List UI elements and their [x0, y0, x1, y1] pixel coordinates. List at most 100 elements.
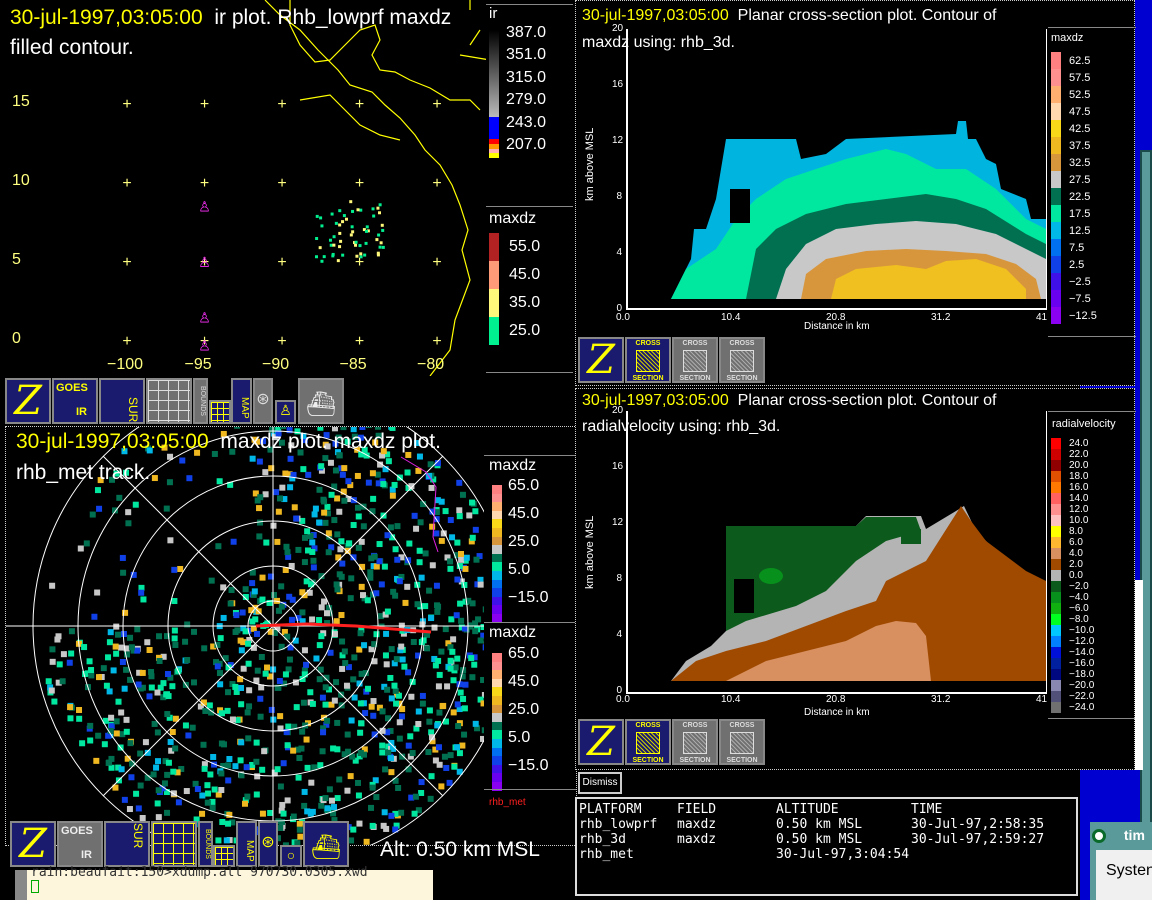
terminal[interactable]: rain:beaufait:150>xdump.all 970730.0305.…: [15, 866, 433, 900]
window-content: Systen: [1096, 850, 1152, 900]
z-tool-button[interactable]: Z: [10, 821, 56, 867]
colorbar-swatch: [1051, 449, 1061, 460]
cross-section-button[interactable]: CROSS SECTION: [719, 337, 765, 383]
grid-plus-marker: +: [432, 175, 441, 192]
colorbar-entry: −14.0: [1048, 647, 1094, 658]
cube-icon: [636, 350, 660, 372]
lat-tick-label: 0: [12, 330, 21, 347]
table-cell: ALTITUDE: [776, 802, 839, 817]
colorbar-label: 207.0: [506, 136, 547, 154]
colorbar-label: 65.0: [508, 645, 540, 662]
ship-button[interactable]: ⛴: [303, 821, 349, 867]
map-button[interactable]: MAP: [231, 378, 252, 424]
colorbar-label: 25.0: [508, 533, 540, 550]
cube-icon: [683, 350, 707, 372]
colorbar-swatch: [492, 695, 502, 705]
buoy-marker: ♙: [198, 199, 211, 215]
colorbar-swatch: [492, 704, 502, 714]
colorbar-label: 2.5: [1069, 258, 1085, 271]
table-row: rhb_3d maxdz 0.50 km MSL 30-Jul-97,2:59:27: [579, 832, 1076, 847]
xsec-velocity-axes: [626, 411, 1047, 694]
time-window[interactable]: tim Systen: [1090, 822, 1152, 900]
cross-section-button[interactable]: CROSS SECTION: [719, 719, 765, 765]
z-tool-button[interactable]: Z: [5, 378, 51, 424]
bounds-button[interactable]: BOUNDS: [198, 821, 213, 867]
colorbar-swatch: [1051, 239, 1061, 256]
grid-plus-marker: +: [432, 254, 441, 271]
colorbar-entry: −18.0: [1048, 669, 1094, 680]
cross-section-button[interactable]: CROSS SECTION: [672, 719, 718, 765]
colorbar-label: 62.5: [1069, 54, 1091, 67]
grid-plus-marker: +: [277, 254, 286, 271]
bounds-button[interactable]: BOUNDS: [193, 378, 208, 424]
colorbar-entry: 12.5: [1048, 222, 1097, 239]
colorbar-swatch: [1051, 636, 1061, 647]
goes-ir-button[interactable]: GOES IR: [52, 378, 98, 424]
small-grid-button[interactable]: [213, 845, 235, 867]
colorbar-swatch: [492, 670, 502, 679]
colorbar-label: 45.0: [509, 266, 541, 283]
polar-plot-title-2: rhb_met track.: [16, 461, 151, 484]
colorbar-swatch: [492, 510, 502, 520]
cross-section-button[interactable]: CROSS SECTION: [625, 719, 671, 765]
small-grid-button[interactable]: [209, 400, 231, 424]
ir-plot-title-2: filled contour.: [10, 36, 134, 59]
colorbar-swatch: [1051, 471, 1061, 482]
sur-button[interactable]: SUR: [99, 378, 145, 424]
x-tick-label: 31.2: [931, 312, 951, 323]
maxdz-colorbar: 62.5 57.5 52.5 47.5 42.5 37.5 32.5 27.5 22.5 17.5…: [1048, 52, 1097, 324]
window-menu-icon[interactable]: [1092, 829, 1106, 844]
colorbar-swatch: [492, 570, 502, 580]
colorbar-swatch: [492, 756, 502, 765]
cross-label: CROSS: [635, 722, 661, 729]
toolbar-bottom: Z GOES IR SUR BOUNDS MAP ⊛ ○ ⛴: [10, 821, 350, 869]
xsec-maxdz-axes: [626, 29, 1047, 310]
colorbar-label: −4.0: [1069, 592, 1089, 603]
colorbar-entry: 10.0: [1048, 515, 1094, 526]
goes-ir-button[interactable]: GOES IR: [57, 821, 103, 867]
grid-plus-marker: +: [122, 333, 131, 350]
range-rings-button[interactable]: ⊛: [258, 821, 278, 867]
cross-section-button[interactable]: CROSS SECTION: [625, 337, 671, 383]
cube-icon: [683, 732, 707, 754]
circle-button[interactable]: ○: [280, 845, 302, 867]
cross-section-button[interactable]: CROSS SECTION: [672, 337, 718, 383]
x-tick-label: 41: [1036, 312, 1048, 323]
colorbar-entry: 37.5: [1048, 137, 1097, 154]
colorbar-entry: 7.5: [1048, 239, 1097, 256]
colorbar-swatch: [1051, 702, 1061, 713]
ship-button[interactable]: ⛴: [298, 378, 344, 424]
colorbar-label: 17.5: [1069, 207, 1091, 220]
scrollbar[interactable]: [1135, 580, 1143, 770]
grid-plus-marker: +: [122, 175, 131, 192]
colorbar-swatch: [489, 317, 499, 345]
grid-button[interactable]: [151, 821, 197, 867]
section-label: SECTION: [726, 375, 758, 382]
z-tool-button[interactable]: Z: [578, 337, 624, 383]
colorbar-label: 32.5: [1069, 156, 1091, 169]
polar-plot-title: 30-jul-1997,03:05:00 maxdz plot. maxdz p…: [16, 430, 441, 453]
section-label: SECTION: [632, 757, 664, 764]
sur-button[interactable]: SUR: [104, 821, 150, 867]
grid-plus-marker: +: [277, 333, 286, 350]
grid-plus-marker: +: [355, 175, 364, 192]
dismiss-button[interactable]: Dismiss: [578, 772, 622, 794]
colorbar-label: 24.0: [1069, 438, 1089, 449]
cube-icon: [730, 732, 754, 754]
colorbar-swatch: [1051, 515, 1061, 526]
x-tick-label: 0.0: [616, 694, 630, 705]
colorbar-entry: 2.5: [1048, 256, 1097, 273]
table-cell: TIME: [911, 802, 943, 817]
x-tick-label: 10.4: [721, 312, 741, 323]
colorbar-entry: −12.0: [1048, 636, 1094, 647]
grid-plus-marker: +: [355, 96, 364, 113]
colorbar-swatch: [1051, 273, 1061, 290]
map-button[interactable]: MAP: [236, 821, 257, 867]
colorbar-entry: 57.5: [1048, 69, 1097, 86]
z-tool-button[interactable]: Z: [578, 719, 624, 765]
grid-button[interactable]: [146, 378, 192, 424]
range-rings-button[interactable]: ⊛: [253, 378, 273, 424]
xsec-velocity-title: 30-jul-1997,03:05:00 Planar cross-sectio…: [582, 392, 997, 409]
colorbar-swatch: [492, 493, 502, 503]
buoy-button[interactable]: ♙: [275, 400, 296, 424]
